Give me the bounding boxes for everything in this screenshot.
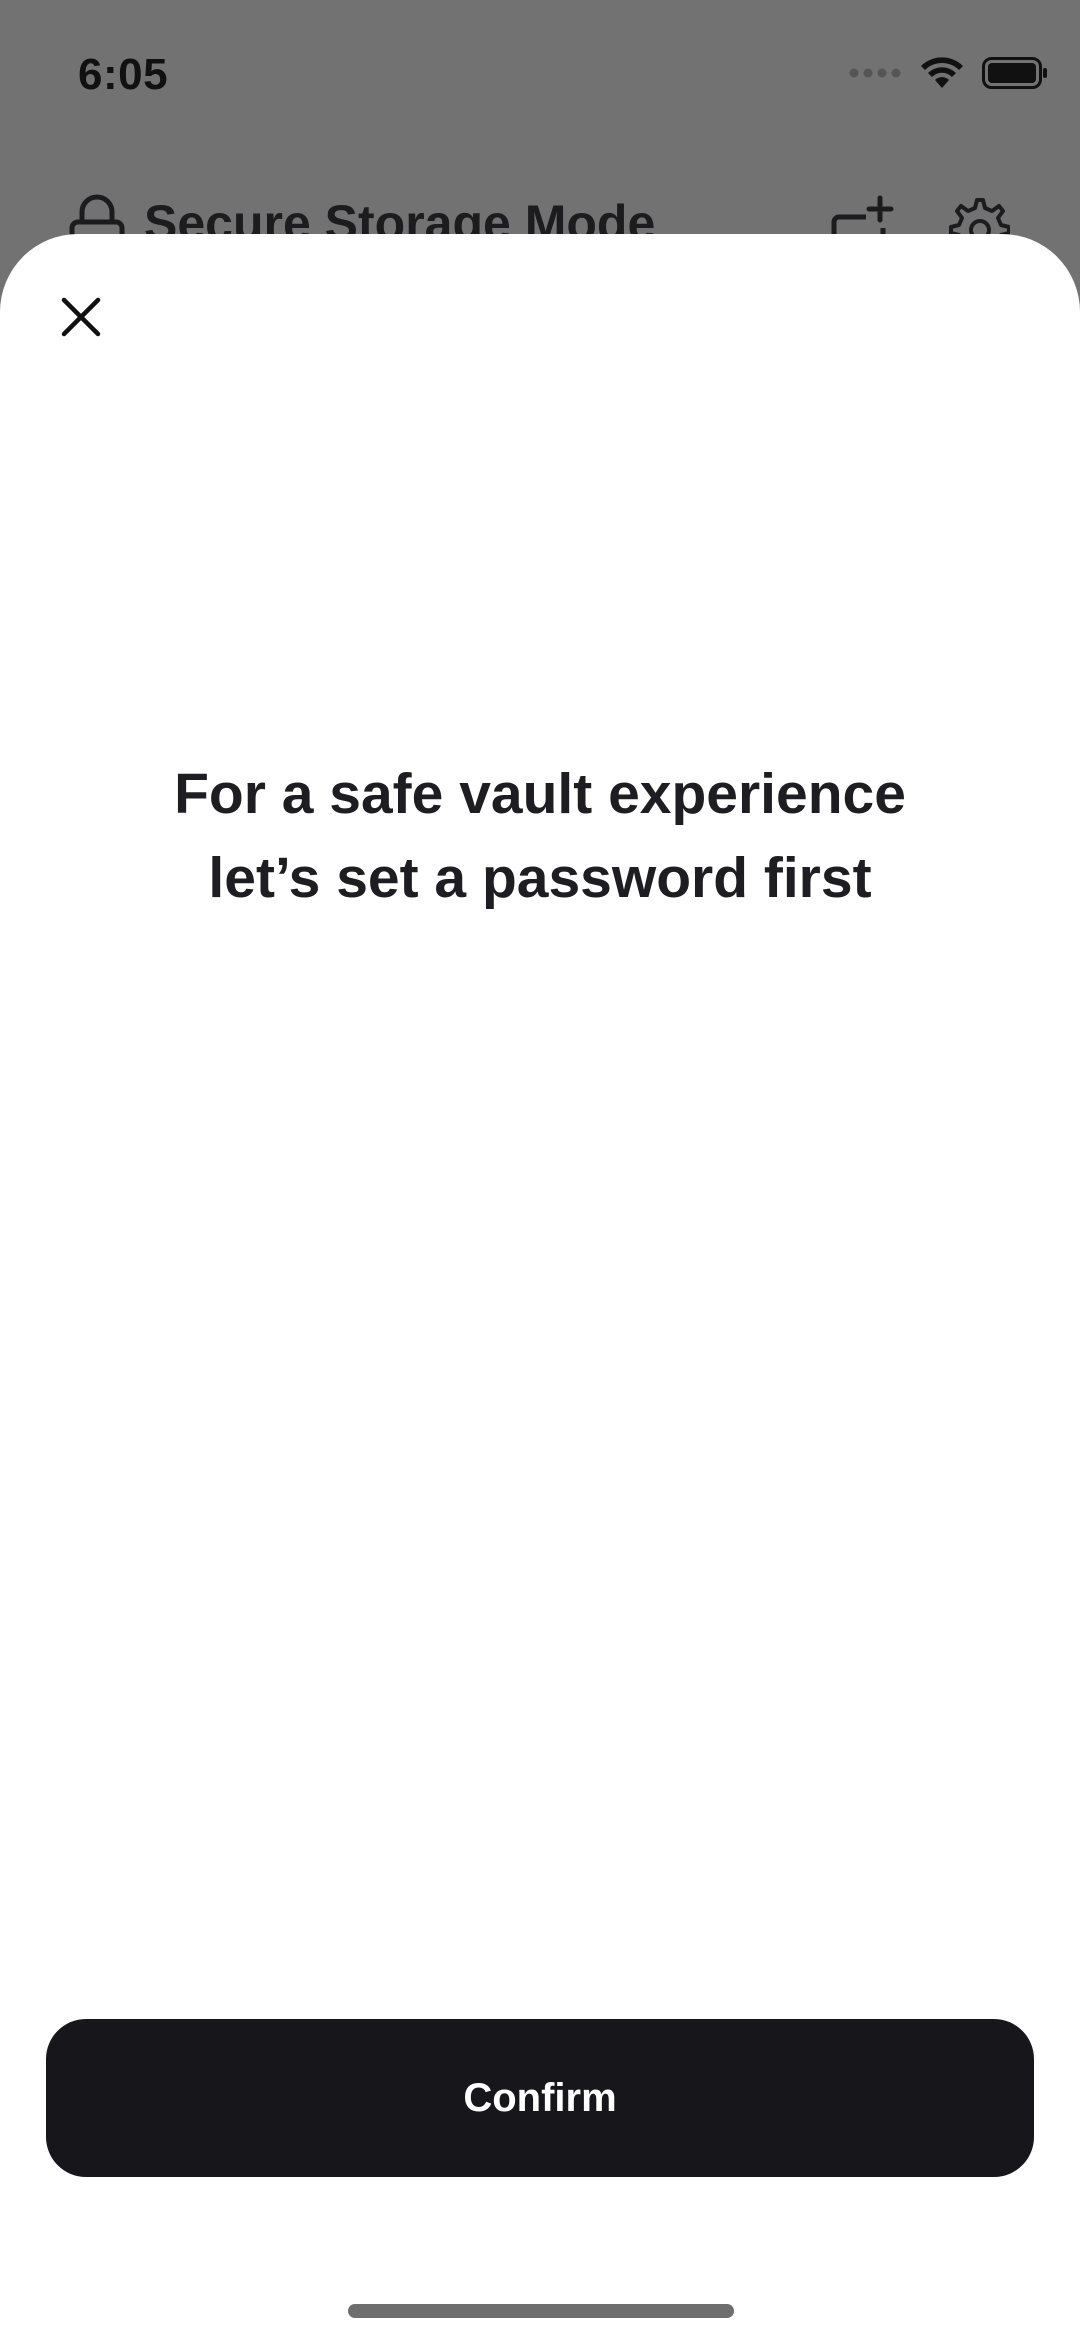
screen: 6:05 Secure Storage Mode For a safe vaul… (0, 0, 1080, 2340)
message-line-2: let’s set a password first (208, 846, 872, 910)
close-button[interactable] (50, 286, 112, 348)
close-icon (61, 297, 101, 337)
password-prompt-message: For a safe vault experience let’s set a … (80, 752, 1000, 920)
status-icons (848, 56, 1048, 90)
password-prompt-sheet: For a safe vault experience let’s set a … (0, 234, 1080, 2340)
status-time: 6:05 (78, 50, 169, 99)
status-bar: 6:05 (0, 0, 1080, 150)
signal-icon (849, 68, 901, 78)
battery-icon (982, 57, 1047, 89)
home-indicator (348, 2304, 734, 2318)
message-line-1: For a safe vault experience (174, 762, 906, 826)
confirm-button[interactable]: Confirm (46, 2019, 1034, 2177)
wifi-icon (921, 57, 963, 88)
